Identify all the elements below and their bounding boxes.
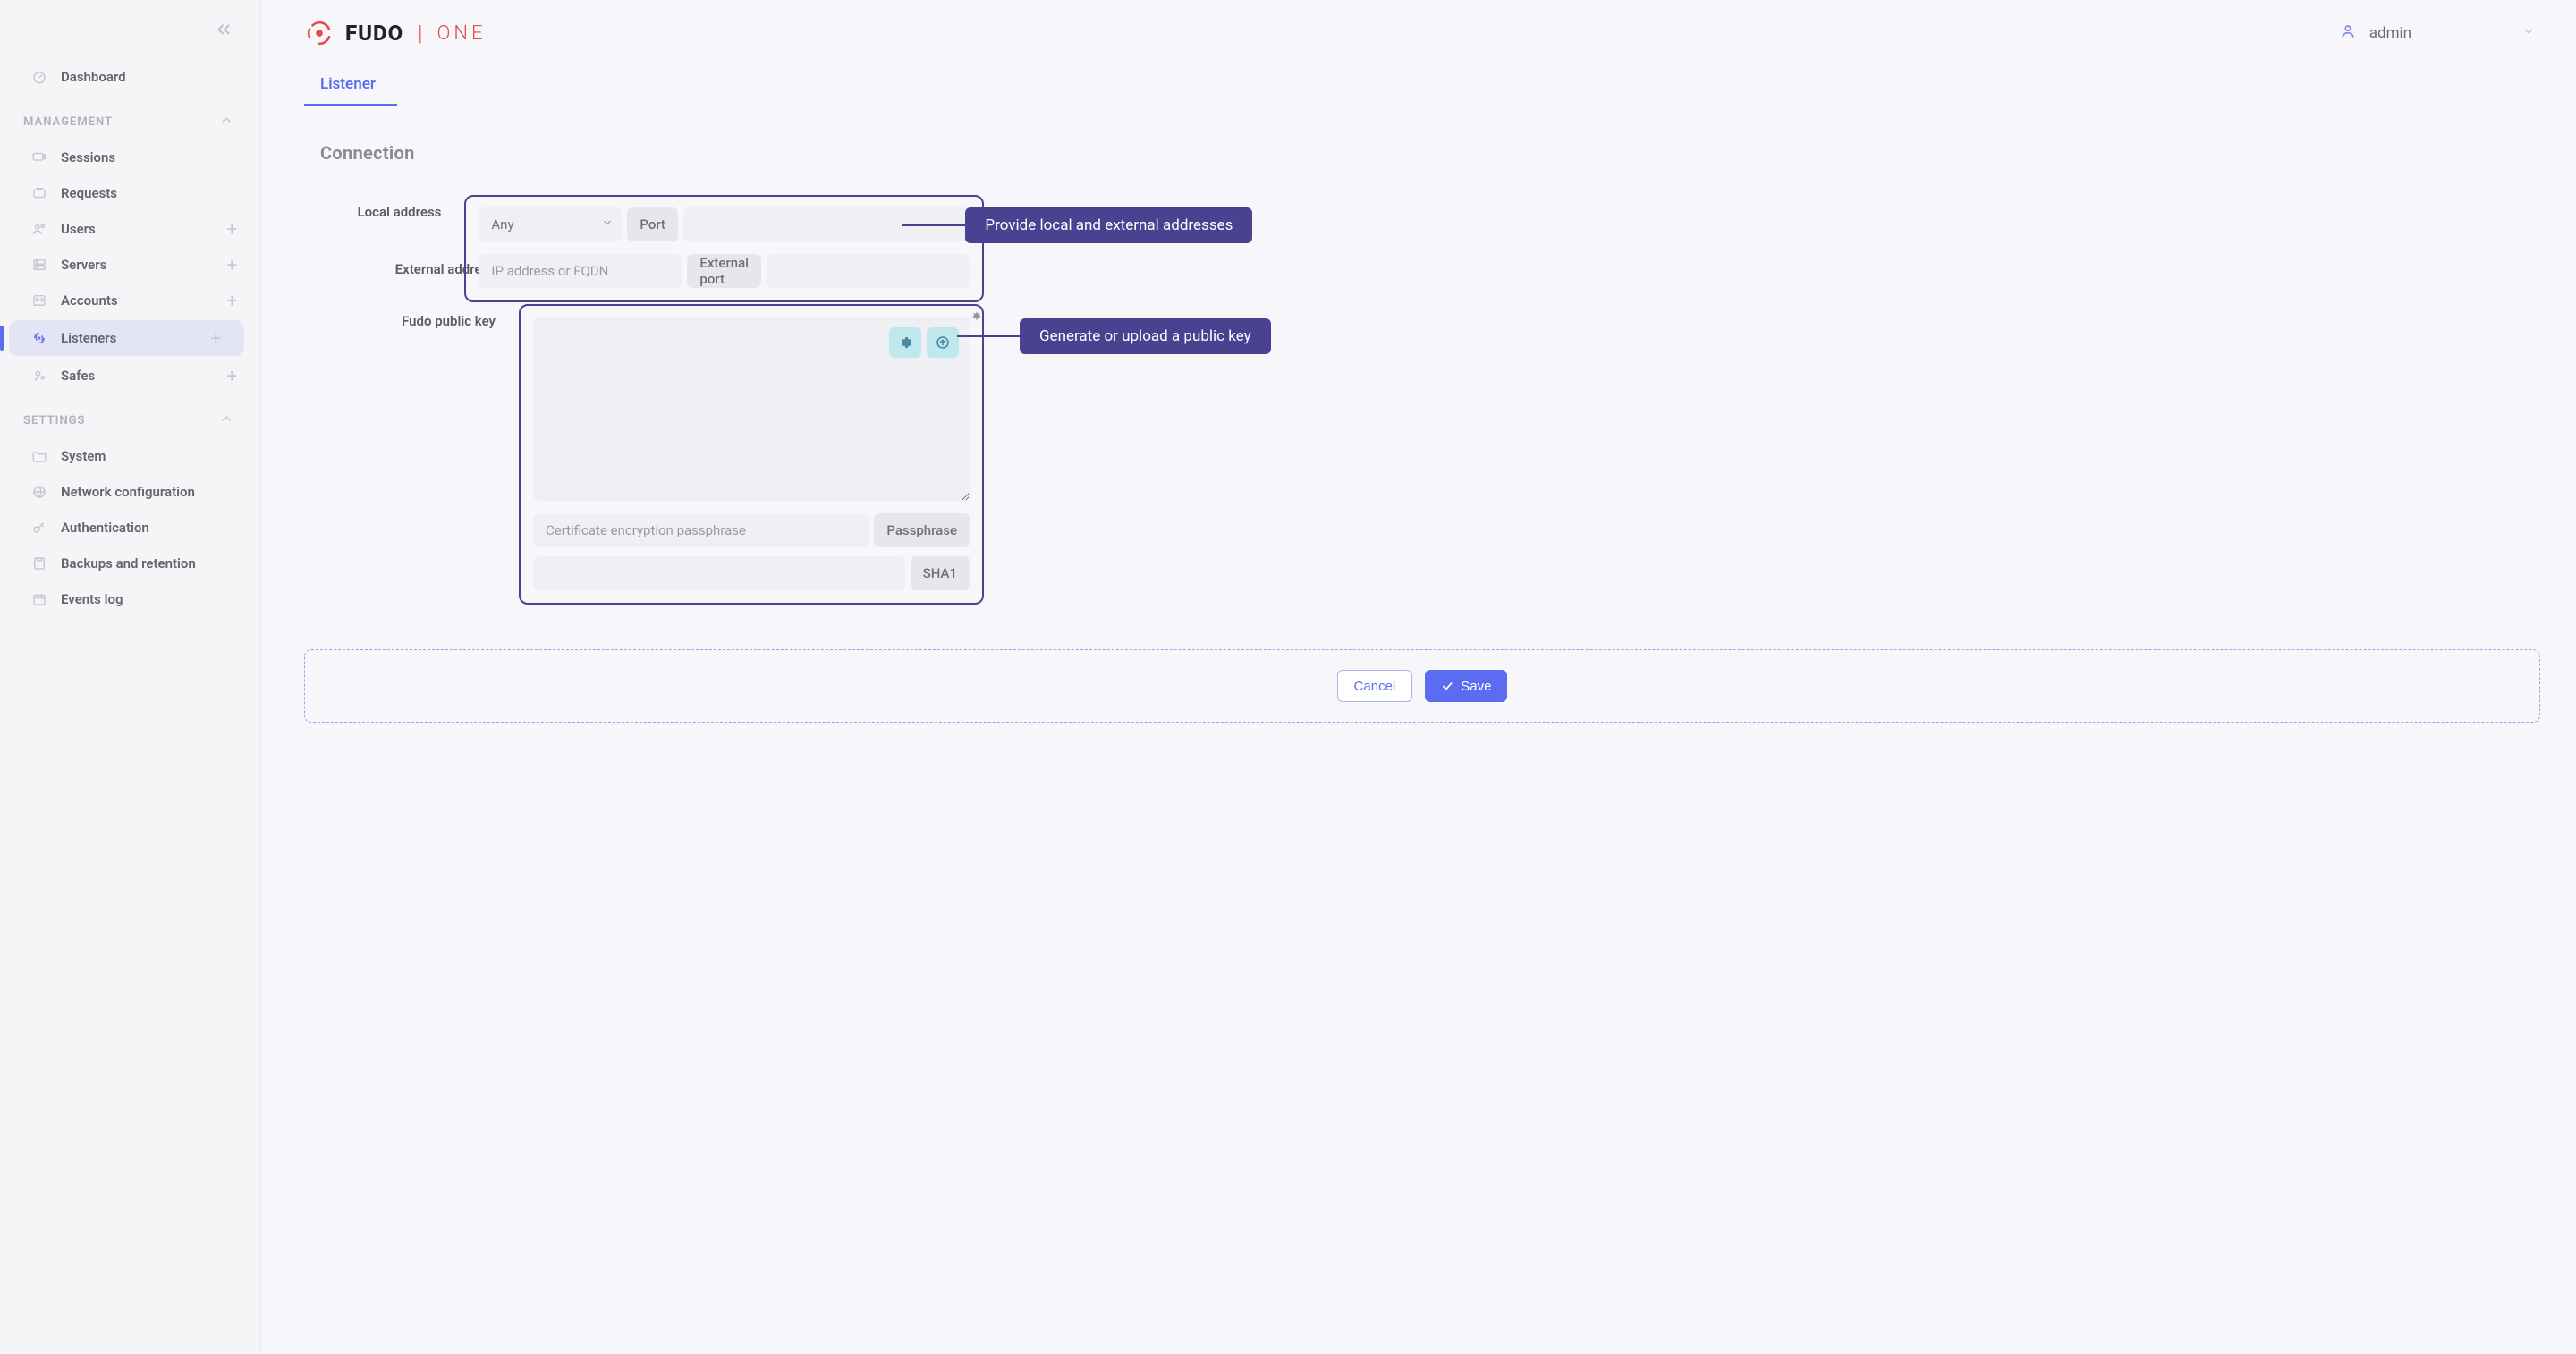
label-local-address: Local address: [304, 195, 464, 220]
plus-icon[interactable]: +: [227, 367, 237, 385]
sidebar-item-network[interactable]: Network configuration: [0, 474, 260, 510]
sidebar-item-label: Sessions: [61, 149, 115, 165]
sidebar: Dashboard MANAGEMENT Sessions Requests: [0, 0, 261, 1354]
port-addon: Port: [627, 207, 678, 241]
sidebar-item-auth[interactable]: Authentication: [0, 510, 260, 546]
external-ip-input[interactable]: [479, 254, 682, 288]
chevrons-left-icon[interactable]: [214, 20, 233, 43]
sidebar-item-sessions[interactable]: Sessions: [0, 140, 260, 175]
main: FUDO | ONE admin Listener Connection: [261, 0, 2576, 1354]
sidebar-item-eventslog[interactable]: Events log: [0, 581, 260, 617]
sidebar-item-label: Safes: [61, 368, 95, 384]
save-button[interactable]: Save: [1425, 670, 1507, 702]
sidebar-item-label: Accounts: [61, 292, 118, 309]
chevron-down-icon: [2522, 24, 2535, 42]
user-name: admin: [2369, 24, 2411, 42]
sidebar-item-label: Servers: [61, 257, 106, 273]
gear-icon: [898, 335, 912, 350]
callout-addresses: Provide local and external addresses: [902, 207, 1252, 243]
requests-icon: [30, 184, 48, 202]
key-icon: [30, 519, 48, 537]
sidebar-item-label: System: [61, 448, 106, 464]
upload-key-button[interactable]: [927, 327, 959, 358]
sidebar-item-label: Network configuration: [61, 484, 195, 500]
external-port-input[interactable]: [767, 254, 970, 288]
sidebar-section-management[interactable]: MANAGEMENT: [0, 95, 260, 140]
external-port-addon: External port: [687, 254, 761, 288]
plus-icon[interactable]: +: [227, 292, 237, 309]
accounts-icon: [30, 292, 48, 309]
cancel-button[interactable]: Cancel: [1337, 670, 1413, 702]
check-icon: [1441, 680, 1453, 692]
sidebar-item-label: Users: [61, 221, 96, 237]
brand-sep: |: [414, 21, 426, 46]
section-title: Connection: [304, 142, 2540, 164]
chevron-up-icon: [219, 113, 233, 131]
form-actions: Cancel Save: [304, 649, 2540, 723]
generate-key-button[interactable]: [889, 327, 921, 358]
backups-icon: [30, 554, 48, 572]
folder-icon: [30, 447, 48, 465]
brand-logo: FUDO | ONE: [304, 18, 487, 48]
brand-sub: ONE: [436, 22, 486, 45]
users-icon: [30, 220, 48, 238]
brand-mark-icon: [304, 18, 335, 48]
topbar: FUDO | ONE admin: [304, 0, 2540, 61]
sessions-icon: [30, 148, 48, 166]
upload-icon: [936, 335, 950, 350]
sidebar-item-label: Requests: [61, 185, 117, 201]
plus-icon[interactable]: +: [227, 256, 237, 274]
sidebar-item-safes[interactable]: Safes +: [0, 358, 260, 394]
listeners-icon: [30, 329, 48, 347]
user-menu[interactable]: admin: [2339, 22, 2535, 45]
gauge-icon: [30, 68, 48, 86]
plus-icon[interactable]: +: [211, 329, 221, 347]
sidebar-item-accounts[interactable]: Accounts +: [0, 283, 260, 318]
brand-word: FUDO: [345, 21, 403, 46]
servers-icon: [30, 256, 48, 274]
sidebar-item-users[interactable]: Users +: [0, 211, 260, 247]
calendar-icon: [30, 590, 48, 608]
sha-input[interactable]: [533, 556, 905, 590]
tabs: Listener: [304, 66, 2540, 106]
chevron-up-icon: [219, 411, 233, 429]
label-public-key: Fudo public key: [304, 304, 519, 329]
local-address-select[interactable]: Any: [479, 207, 622, 241]
sidebar-item-label: Backups and retention: [61, 555, 196, 571]
sidebar-item-dashboard[interactable]: Dashboard: [0, 59, 260, 95]
sidebar-item-listeners[interactable]: Listeners +: [9, 320, 244, 356]
passphrase-addon: Passphrase: [874, 513, 970, 547]
sidebar-item-servers[interactable]: Servers +: [0, 247, 260, 283]
sidebar-item-label: Authentication: [61, 520, 149, 536]
safes-icon: [30, 367, 48, 385]
publickey-group: Passphrase SHA1: [519, 304, 984, 605]
sidebar-item-label: Events log: [61, 591, 123, 607]
sidebar-section-settings[interactable]: SETTINGS: [0, 394, 260, 438]
network-icon: [30, 483, 48, 501]
sha-addon: SHA1: [911, 556, 970, 590]
user-icon: [2339, 22, 2357, 45]
tab-listener[interactable]: Listener: [304, 66, 397, 106]
sidebar-item-label: Dashboard: [61, 69, 126, 85]
sidebar-item-requests[interactable]: Requests: [0, 175, 260, 211]
sidebar-item-system[interactable]: System: [0, 438, 260, 474]
callout-publickey: Generate or upload a public key: [957, 318, 1271, 354]
passphrase-input[interactable]: [533, 513, 869, 547]
sidebar-item-label: Listeners: [61, 330, 116, 346]
plus-icon[interactable]: +: [227, 220, 237, 238]
sidebar-item-backups[interactable]: Backups and retention: [0, 546, 260, 581]
